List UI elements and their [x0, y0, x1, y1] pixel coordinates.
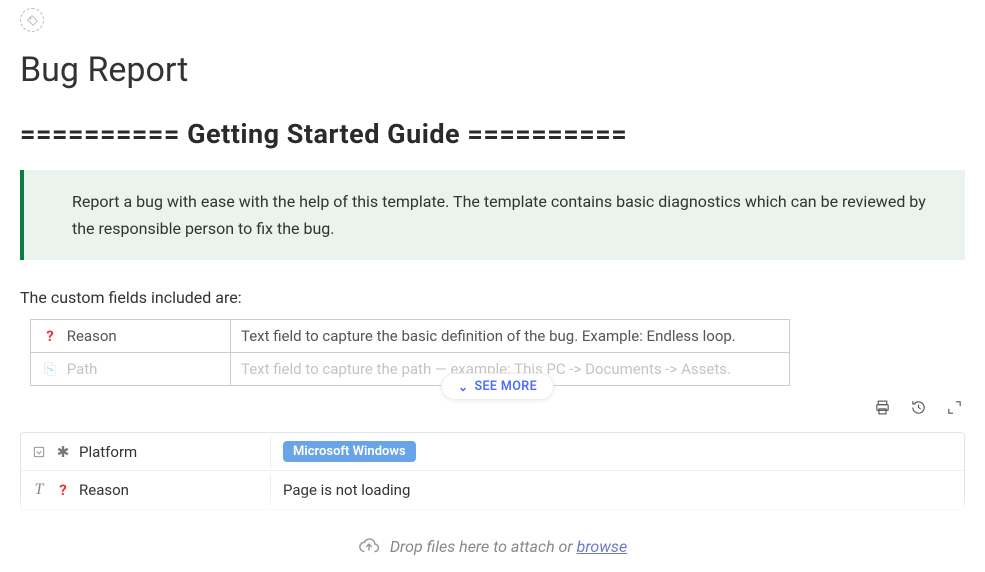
gear-icon: ✱ [55, 443, 71, 461]
path-icon: ⎘ [41, 360, 59, 378]
table-row: ⎘ Path Text field to capture the path — … [31, 353, 790, 386]
attachment-dropzone[interactable]: Drop files here to attach or browse [0, 520, 985, 572]
cloud-upload-icon [358, 535, 380, 557]
question-icon: ? [41, 327, 59, 345]
history-button[interactable] [909, 398, 927, 416]
field-label: Reason [79, 481, 129, 499]
fields-panel: ✱ Platform Microsoft Windows T ? Reason … [20, 432, 965, 510]
definition-table: ? Reason Text field to capture the basic… [30, 319, 790, 386]
tag-icon [26, 14, 39, 27]
text-type-icon: T [31, 481, 47, 499]
expand-button[interactable] [945, 398, 963, 416]
browse-link[interactable]: browse [577, 537, 628, 556]
printer-icon [874, 399, 891, 416]
history-icon [910, 399, 927, 416]
intro-line: The custom fields included are: [20, 288, 965, 307]
chevron-down-icon: ⌄ [458, 381, 468, 393]
table-row: ? Reason Text field to capture the basic… [31, 320, 790, 353]
print-button[interactable] [873, 398, 891, 416]
question-icon: ? [55, 481, 71, 499]
field-label: Platform [79, 443, 137, 461]
field-name: Path [67, 360, 98, 378]
select-type-icon [31, 445, 47, 459]
guide-heading: ========== Getting Started Guide =======… [20, 118, 965, 150]
field-row-reason[interactable]: T ? Reason Page is not loading [21, 471, 964, 509]
expand-icon [946, 399, 963, 416]
see-more-label: SEE MORE [474, 379, 537, 394]
field-row-platform[interactable]: ✱ Platform Microsoft Windows [21, 433, 964, 471]
reason-value[interactable]: Page is not loading [271, 474, 964, 506]
field-description: Text field to capture the basic definiti… [231, 320, 790, 353]
dropzone-text: Drop files here to attach or [390, 537, 577, 556]
page-title: Bug Report [20, 50, 965, 90]
see-more-button[interactable]: ⌄ SEE MORE [441, 373, 554, 400]
add-tag-button[interactable] [20, 8, 44, 32]
guide-callout: Report a bug with ease with the help of … [20, 170, 965, 260]
field-name: Reason [67, 327, 117, 345]
platform-chip[interactable]: Microsoft Windows [283, 441, 416, 462]
